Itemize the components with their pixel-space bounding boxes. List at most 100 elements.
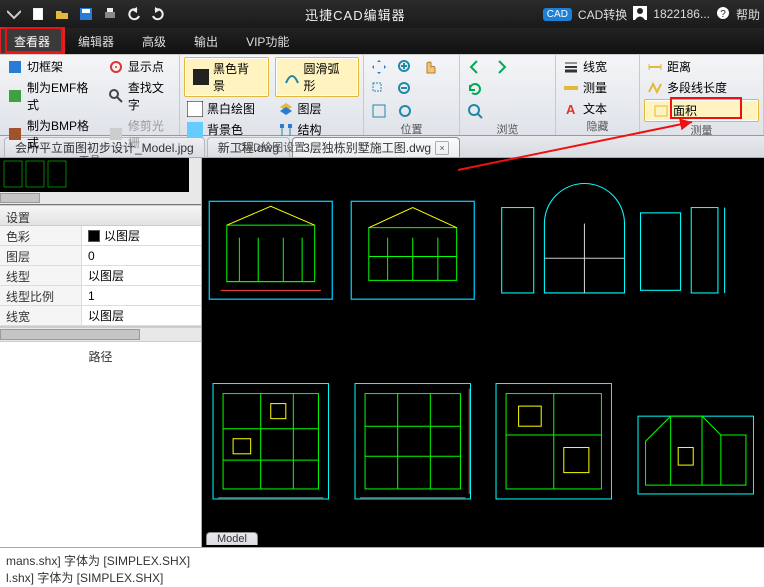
rb-zoomin-icon[interactable] bbox=[394, 58, 416, 76]
prop-label: 线宽 bbox=[0, 306, 82, 325]
drawing-view-large bbox=[491, 164, 758, 337]
open-icon[interactable] bbox=[52, 4, 72, 24]
prop-value: 1 bbox=[88, 289, 95, 303]
rb-prev-icon[interactable] bbox=[464, 58, 486, 76]
scrollbar-horizontal[interactable] bbox=[0, 328, 201, 342]
command-console[interactable]: mans.shx] 字体为 [SIMPLEX.SHX] l.shx] 字体为 [… bbox=[0, 547, 764, 587]
help-icon[interactable]: ? bbox=[716, 6, 730, 23]
rb-measure[interactable]: 测量 bbox=[560, 78, 635, 97]
model-space-tab[interactable]: Model bbox=[206, 529, 258, 547]
rb-label: 显示点 bbox=[128, 58, 164, 75]
rb-label: 面积 bbox=[673, 102, 697, 119]
model-tab-label: Model bbox=[206, 532, 258, 545]
rb-zoom-extent-icon[interactable] bbox=[464, 102, 486, 120]
console-line: mans.shx] 字体为 [SIMPLEX.SHX] bbox=[6, 552, 758, 569]
print-icon[interactable] bbox=[100, 4, 120, 24]
rb-label: 黑白绘图 bbox=[207, 100, 255, 117]
rb-label: 圆滑弧形 bbox=[304, 60, 351, 94]
rb-zoom-region-icon[interactable] bbox=[368, 80, 390, 98]
prop-row-ltscale[interactable]: 线型比例 1 bbox=[0, 286, 201, 306]
undo-icon[interactable] bbox=[124, 4, 144, 24]
menu-vip[interactable]: VIP功能 bbox=[232, 28, 303, 54]
scrollbar-vertical[interactable] bbox=[189, 158, 201, 204]
prop-value: 以图层 bbox=[88, 267, 124, 284]
rb-label: 测量 bbox=[583, 79, 607, 96]
rb-label: 多段线长度 bbox=[667, 79, 727, 96]
rb-zoomout-icon[interactable] bbox=[394, 80, 416, 98]
prop-row-color[interactable]: 色彩 以图层 bbox=[0, 226, 201, 246]
rb-distance[interactable]: 距离 bbox=[644, 57, 759, 76]
menu-advanced[interactable]: 高级 bbox=[128, 28, 180, 54]
rb-label: 查找文字 bbox=[128, 79, 172, 113]
drawing-view bbox=[208, 355, 334, 528]
prop-row-layer[interactable]: 图层 0 bbox=[0, 246, 201, 266]
scrollbar-horizontal[interactable] bbox=[0, 192, 189, 204]
cad-convert-button[interactable]: CAD转换 bbox=[578, 6, 627, 23]
rb-emf[interactable]: 制为EMF格式 bbox=[4, 78, 99, 114]
rb-hand-icon[interactable] bbox=[420, 58, 442, 76]
cad-badge-icon: CAD bbox=[543, 8, 572, 21]
group-label: 浏览 bbox=[464, 121, 551, 138]
prop-value: 0 bbox=[88, 249, 95, 263]
rb-layers[interactable]: 图层 bbox=[275, 99, 360, 118]
menu-bar: 查看器 编辑器 高级 输出 VIP功能 bbox=[0, 28, 764, 54]
rb-bw-draw[interactable]: 黑白绘图 bbox=[184, 99, 269, 118]
properties-header: 设置 bbox=[0, 206, 201, 226]
user-icon[interactable] bbox=[633, 6, 647, 23]
rb-label: 背景色 bbox=[207, 121, 243, 138]
rb-area[interactable]: 面积 bbox=[644, 99, 759, 122]
prop-row-lineweight[interactable]: 线宽 以图层 bbox=[0, 306, 201, 326]
menu-editor[interactable]: 编辑器 bbox=[64, 28, 128, 54]
rb-label: 制为EMF格式 bbox=[27, 79, 96, 113]
rb-smooth-arc[interactable]: 圆滑弧形 bbox=[275, 57, 360, 97]
drawing-canvas[interactable]: Model bbox=[202, 158, 764, 547]
rb-fit-icon[interactable] bbox=[368, 102, 390, 120]
workspace: 设置 色彩 以图层 图层 0 线型 以图层 线型比例 1 线宽 以图层 bbox=[0, 158, 764, 547]
rb-label: 黑色背景 bbox=[213, 60, 260, 94]
rb-trim-raster[interactable]: 修剪光栅 bbox=[105, 116, 175, 152]
ribbon-group-position: 位置 bbox=[364, 55, 460, 135]
rb-label: 图层 bbox=[298, 100, 322, 117]
properties-panel: 设置 色彩 以图层 图层 0 线型 以图层 线型比例 1 线宽 以图层 bbox=[0, 205, 201, 327]
help-label[interactable]: 帮助 bbox=[736, 6, 760, 23]
save-icon[interactable] bbox=[76, 4, 96, 24]
rb-home-icon[interactable] bbox=[394, 102, 416, 120]
rb-refresh-icon[interactable] bbox=[464, 80, 486, 98]
rb-text[interactable]: A文本 bbox=[560, 99, 635, 118]
rb-next-icon[interactable] bbox=[490, 58, 512, 76]
close-icon[interactable]: × bbox=[435, 141, 449, 155]
rb-black-bg[interactable]: 黑色背景 bbox=[184, 57, 269, 97]
drawing-view bbox=[350, 164, 476, 337]
svg-text:?: ? bbox=[720, 9, 726, 20]
redo-icon[interactable] bbox=[148, 4, 168, 24]
rb-lineweight[interactable]: 线宽 bbox=[560, 57, 635, 76]
rb-show-dots[interactable]: 显示点 bbox=[105, 57, 175, 76]
prop-row-linetype[interactable]: 线型 以图层 bbox=[0, 266, 201, 286]
rb-label: 距离 bbox=[667, 58, 691, 75]
ribbon-group-hide: 线宽 测量 A文本 隐藏 bbox=[556, 55, 640, 135]
menu-output[interactable]: 输出 bbox=[180, 28, 232, 54]
rb-label: 制为BMP格式 bbox=[27, 117, 96, 151]
prop-label: 色彩 bbox=[0, 226, 82, 245]
ribbon-group-measure: 距离 多段线长度 面积 测量 bbox=[640, 55, 764, 135]
menu-corner-icon[interactable] bbox=[4, 4, 24, 24]
rb-label: 修剪光栅 bbox=[128, 117, 172, 151]
ribbon-group-tools: 切框架 制为EMF格式 制为BMP格式 显示点 查找文字 修剪光栅 工具 bbox=[0, 55, 180, 135]
thumbnail-strip bbox=[0, 158, 201, 205]
group-label: CAD绘图设置 bbox=[184, 139, 359, 156]
drawing-view bbox=[350, 355, 476, 528]
rb-polyline-len[interactable]: 多段线长度 bbox=[644, 78, 759, 97]
rb-cut-frame[interactable]: 切框架 bbox=[4, 57, 99, 76]
rb-structure[interactable]: 结构 bbox=[275, 120, 360, 139]
rb-pan-icon[interactable] bbox=[368, 58, 390, 76]
rb-find-text[interactable]: 查找文字 bbox=[105, 78, 175, 114]
rb-bg-color[interactable]: 背景色 bbox=[184, 120, 269, 139]
app-title: 迅捷CAD编辑器 bbox=[172, 5, 539, 24]
prop-label: 线型 bbox=[0, 266, 82, 285]
rb-bmp[interactable]: 制为BMP格式 bbox=[4, 116, 99, 152]
color-swatch-icon bbox=[88, 230, 100, 242]
path-panel: 路径 bbox=[0, 327, 201, 547]
group-label: 隐藏 bbox=[560, 118, 635, 135]
new-icon[interactable] bbox=[28, 4, 48, 24]
menu-viewer[interactable]: 查看器 bbox=[0, 28, 64, 54]
